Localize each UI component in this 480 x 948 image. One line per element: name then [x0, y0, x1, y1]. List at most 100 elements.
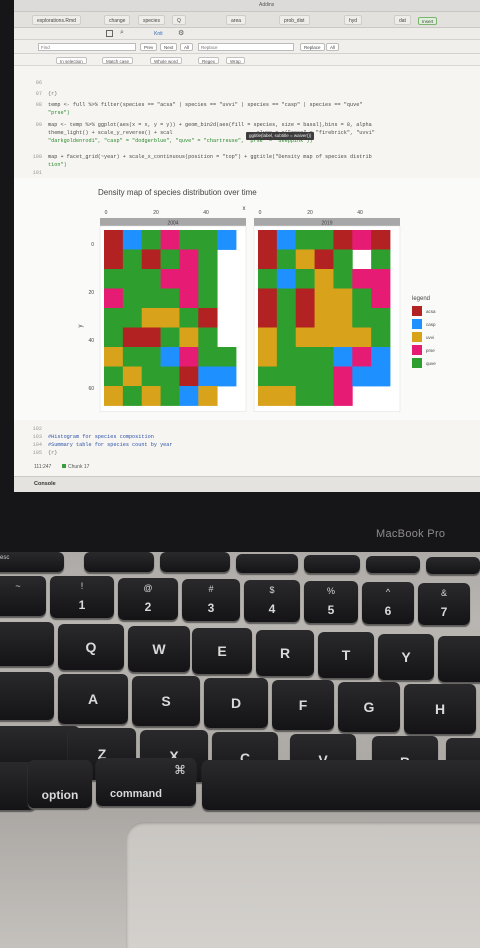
key-w[interactable]: W	[128, 626, 190, 672]
insert-button[interactable]: Insert	[418, 17, 438, 25]
heatmap-cell	[160, 386, 180, 406]
heatmap-cell	[217, 366, 237, 387]
trackpad[interactable]	[126, 822, 480, 948]
option-wrap[interactable]: Wrap	[226, 57, 245, 64]
chunk-indicator[interactable]: Chunk 17	[62, 464, 89, 470]
heatmap-cell	[198, 269, 218, 289]
option-match-case[interactable]: Match case	[102, 57, 134, 64]
find-input[interactable]	[38, 43, 136, 51]
key-f4[interactable]	[304, 555, 360, 573]
find-next-button[interactable]: Next	[160, 43, 178, 51]
key-f3[interactable]	[236, 554, 298, 573]
heatmap-cell	[217, 347, 237, 367]
option-in-selection[interactable]: In selection	[56, 57, 87, 64]
heatmap-cell	[333, 269, 353, 289]
replace-button[interactable]: Replace	[300, 43, 325, 51]
key-e[interactable]: E	[192, 628, 252, 674]
editor-tab-bar: explorations.Rmd change species Q area p…	[14, 12, 480, 28]
heatmap-cell	[314, 249, 334, 270]
legend-label: uvvi	[426, 335, 434, 340]
legend-swatch	[412, 332, 422, 342]
key-7[interactable]: & 7	[418, 583, 470, 625]
tab-dat[interactable]: dat	[394, 15, 411, 25]
y-tick-label: 20	[88, 290, 94, 296]
tab-project[interactable]: explorations.Rmd	[32, 15, 81, 25]
line-number: 101	[32, 170, 42, 176]
key-q[interactable]: Q	[58, 624, 124, 670]
key-6[interactable]: ^ 6	[362, 582, 414, 624]
y-axis-label: y	[78, 325, 84, 328]
heatmap-cell	[160, 327, 180, 348]
key-label: 7	[440, 605, 448, 619]
knit-button[interactable]: Knit	[154, 31, 163, 37]
heatmap-cell	[104, 230, 124, 250]
key-h[interactable]: H	[404, 684, 476, 734]
heatmap-cell	[352, 230, 372, 250]
key-command[interactable]: ⌘ command	[96, 758, 196, 806]
key-d[interactable]: D	[204, 678, 268, 728]
key-s[interactable]: S	[132, 676, 200, 726]
key-esc[interactable]: esc	[0, 552, 64, 572]
save-icon[interactable]	[106, 30, 113, 37]
key-4[interactable]: $4	[244, 580, 300, 622]
tab-area[interactable]: area	[226, 15, 247, 25]
key-f6[interactable]	[426, 557, 480, 574]
code-editor[interactable]: 96 97 98 99 100 101 {r} temp <- full %>%…	[14, 66, 480, 178]
key-t[interactable]: T	[318, 632, 374, 678]
key-f5[interactable]	[366, 556, 420, 573]
heatmap-cell	[258, 269, 278, 289]
heatmap-cell	[314, 386, 334, 406]
gear-icon[interactable]: ⚙	[178, 29, 184, 37]
console-label: Console	[34, 481, 56, 487]
heatmap-cell	[104, 347, 124, 367]
tab-change[interactable]: change	[104, 15, 131, 25]
find-all-button[interactable]: All	[180, 43, 194, 51]
key-symbol: ~	[15, 581, 21, 591]
legend-swatch	[412, 306, 422, 316]
heatmap-cell	[160, 347, 180, 367]
option-whole-word[interactable]: Whole word	[150, 57, 182, 64]
tab-species[interactable]: species	[138, 15, 165, 25]
key-space[interactable]	[202, 760, 480, 810]
option-regex[interactable]: Regex	[198, 57, 220, 64]
heatmap-cell	[371, 347, 391, 367]
heatmap-cell	[371, 249, 391, 270]
search-icon[interactable]: ⌕	[120, 29, 124, 37]
heatmap-cell	[122, 386, 143, 406]
key-1[interactable]: ! 1	[50, 576, 114, 618]
replace-input[interactable]	[198, 43, 294, 51]
key-tilde[interactable]: ~	[0, 576, 46, 616]
heatmap-cell	[179, 288, 199, 309]
console-tab[interactable]: Console	[14, 476, 480, 492]
key-2[interactable]: @2	[118, 578, 178, 620]
key-option[interactable]: option	[28, 760, 92, 808]
key-5[interactable]: % 5	[304, 581, 358, 623]
key-symbol: !	[80, 581, 84, 591]
heatmap-cell	[258, 327, 278, 348]
key-f1[interactable]	[84, 552, 154, 572]
heatmap-cell	[276, 347, 297, 367]
key-r[interactable]: R	[256, 630, 314, 676]
key-f2[interactable]	[160, 552, 230, 572]
key-caps[interactable]	[0, 672, 54, 720]
key-label: E	[217, 643, 227, 659]
key-3[interactable]: #3	[182, 579, 240, 621]
key-y[interactable]: Y	[378, 634, 434, 680]
key-f[interactable]: F	[272, 680, 334, 730]
find-prev-button[interactable]: Prev	[140, 43, 158, 51]
code-editor-lower[interactable]: 102 103 104 105 #Histogram for species c…	[14, 420, 480, 476]
heatmap-cell	[160, 308, 180, 328]
tab-hyd[interactable]: hyd	[344, 15, 363, 25]
key-u[interactable]	[438, 636, 480, 682]
key-label: H	[434, 701, 446, 717]
heatmap-cell	[198, 386, 218, 406]
key-g[interactable]: G	[338, 682, 400, 732]
replace-all-button[interactable]: All	[326, 43, 340, 51]
x-tick-label: 20	[307, 210, 313, 216]
key-tab[interactable]	[0, 622, 54, 666]
heatmap-cell	[198, 308, 218, 328]
tab-q[interactable]: Q	[172, 15, 186, 25]
addins-menu[interactable]: Addins	[259, 2, 274, 8]
key-label: T	[341, 647, 351, 663]
tab-prob-dist[interactable]: prob_dist	[279, 15, 310, 25]
